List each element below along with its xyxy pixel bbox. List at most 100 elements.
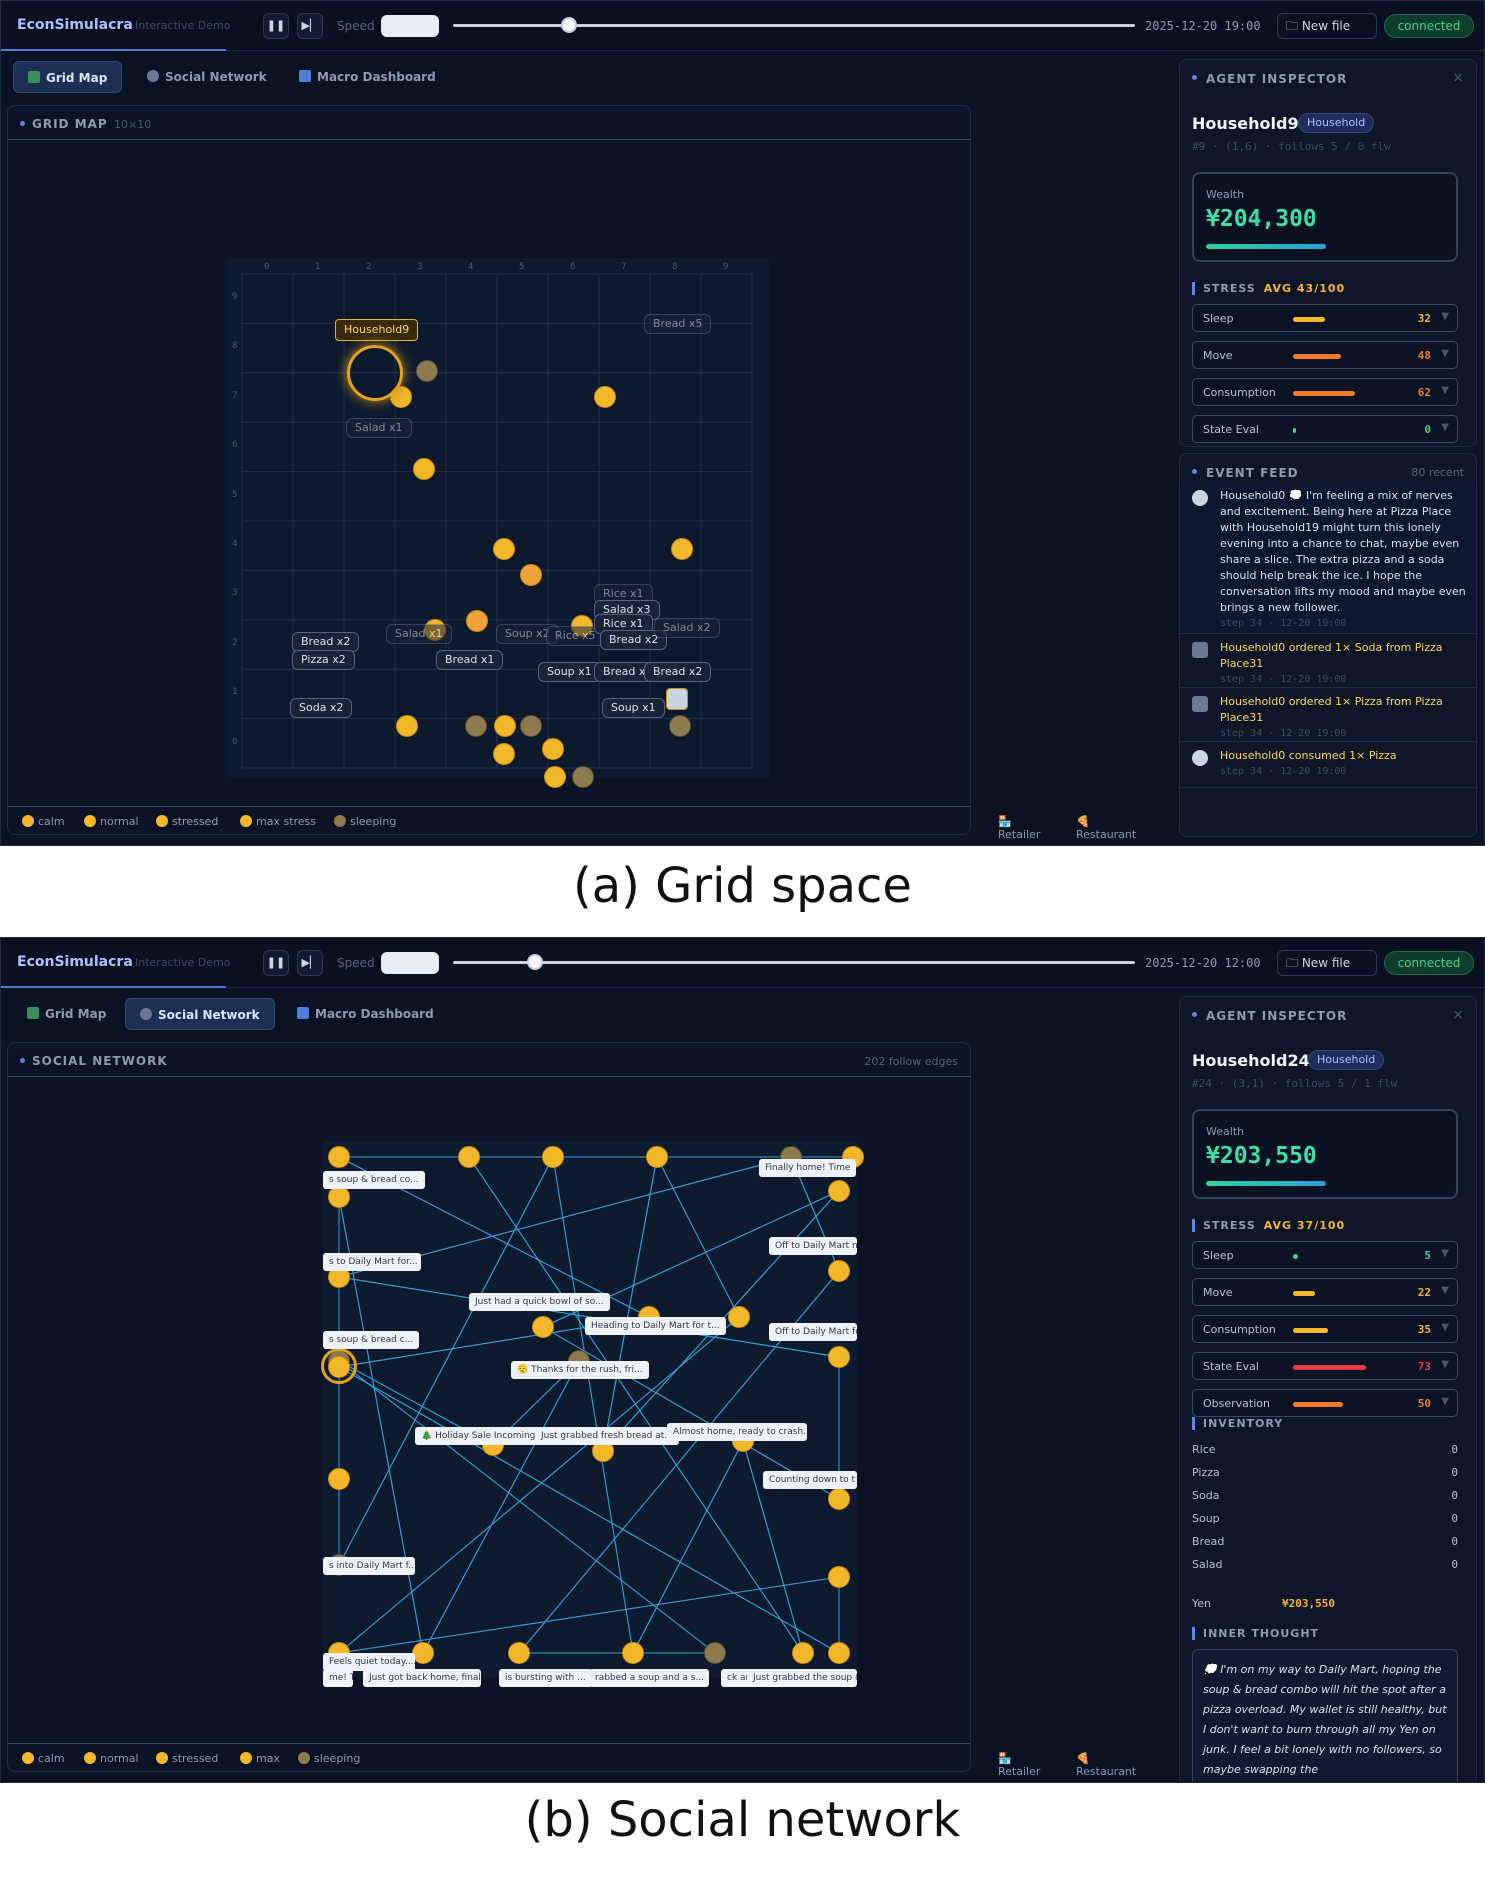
inventory-chip: Soup x1	[602, 698, 665, 718]
sleeping-agent-icon[interactable]	[465, 715, 487, 737]
tab-social-network[interactable]: Social Network	[125, 998, 275, 1030]
agent-icon[interactable]	[622, 1642, 644, 1664]
selected-agent-ring[interactable]	[321, 1348, 357, 1384]
stress-row[interactable]: Move 22 ▼	[1192, 1278, 1458, 1306]
chevron-down-icon[interactable]: ▼	[1441, 1285, 1449, 1296]
timeline-slider-knob[interactable]	[526, 954, 543, 970]
tab-macro-dashboard[interactable]: Macro Dashboard	[285, 61, 450, 93]
chevron-down-icon[interactable]: ▼	[1441, 1322, 1449, 1333]
close-icon[interactable]: ×	[1452, 1007, 1464, 1023]
chevron-down-icon[interactable]: ▼	[1441, 348, 1449, 359]
agent-icon[interactable]	[412, 1642, 434, 1664]
brand-underline	[1, 49, 226, 51]
chevron-down-icon[interactable]: ▼	[1441, 311, 1449, 322]
new-file-button[interactable]: 🗀 New file	[1277, 950, 1377, 976]
bar-chart-icon	[297, 1007, 309, 1019]
chevron-down-icon[interactable]: ▼	[1441, 1248, 1449, 1259]
grid-map-canvas[interactable]: 0 1 2 3 4 5 6 7 8 9 9 8 7 6 5 4 3 2 1 0 Bread x5 Salad x1 Brea…	[226, 258, 770, 788]
legend-label: Restaurant	[1076, 828, 1137, 841]
feed-item-consume[interactable]: Household0 consumed 1× Pizza step 34 · 1…	[1180, 744, 1476, 788]
chevron-down-icon[interactable]: ▼	[1441, 422, 1449, 433]
stress-row[interactable]: State Eval 0 ▼	[1192, 415, 1458, 443]
agent-icon[interactable]	[828, 1642, 850, 1664]
feed-item-thought[interactable]: Household0 💭 I'm feeling a mix of nerves…	[1180, 484, 1476, 634]
agent-icon[interactable]	[828, 1488, 850, 1510]
sleeping-agent-icon[interactable]	[572, 766, 594, 788]
stress-row[interactable]: Consumption 35 ▼	[1192, 1315, 1458, 1343]
pause-button[interactable]: ❚❚	[263, 13, 289, 39]
agent-icon[interactable]	[493, 538, 515, 560]
sleeping-agent-icon[interactable]	[520, 715, 542, 737]
close-icon[interactable]: ×	[1452, 70, 1464, 86]
stress-section-title: STRESS AVG 43/100	[1192, 282, 1345, 295]
stress-row[interactable]: Sleep 5 ▼	[1192, 1241, 1458, 1269]
chevron-down-icon[interactable]: ▼	[1441, 385, 1449, 396]
timeline-slider-knob[interactable]	[560, 17, 577, 33]
stress-average: AVG 37/100	[1263, 1219, 1346, 1232]
timeline-slider[interactable]	[453, 17, 1135, 33]
plate-icon	[1192, 750, 1208, 766]
agent-icon[interactable]	[671, 538, 693, 560]
tab-macro-dashboard[interactable]: Macro Dashboard	[283, 998, 448, 1030]
thought-bubble: Just had a quick bowl of so...	[469, 1293, 610, 1311]
agent-icon[interactable]	[544, 766, 566, 788]
step-button[interactable]: ▶▏	[297, 950, 323, 976]
agent-icon[interactable]	[828, 1346, 850, 1368]
pause-button[interactable]: ❚❚	[263, 950, 289, 976]
agent-icon[interactable]	[792, 1642, 814, 1664]
agent-icon[interactable]	[728, 1306, 750, 1328]
inventory-chip: Salad x1	[346, 418, 412, 438]
chevron-down-icon[interactable]: ▼	[1441, 1396, 1449, 1407]
restaurant-icon: 🍕	[1076, 815, 1090, 828]
legend-label: sleeping	[350, 815, 397, 828]
agent-icon[interactable]	[413, 458, 435, 480]
agent-icon[interactable]	[328, 1468, 350, 1490]
selected-agent-ring[interactable]	[347, 345, 403, 401]
inventory-chip: Salad x1	[386, 624, 452, 644]
agent-icon[interactable]	[493, 743, 515, 765]
legend-stressed: stressed	[156, 815, 218, 828]
stress-row[interactable]: Move 48 ▼	[1192, 341, 1458, 369]
agent-icon[interactable]	[594, 386, 616, 408]
agent-icon[interactable]	[494, 715, 516, 737]
stress-row[interactable]: Consumption 62 ▼	[1192, 378, 1458, 406]
column-label: 1	[315, 262, 321, 272]
agent-icon[interactable]	[828, 1260, 850, 1282]
agent-icon[interactable]	[396, 715, 418, 737]
agent-icon[interactable]	[542, 1146, 564, 1168]
tab-grid-map[interactable]: Grid Map	[13, 998, 120, 1030]
sleeping-agent-icon[interactable]	[416, 360, 438, 382]
speed-input[interactable]	[381, 15, 439, 37]
agent-icon[interactable]	[458, 1146, 480, 1168]
feed-item-order[interactable]: Household0 ordered 1× Soda from Pizza Pl…	[1180, 636, 1476, 688]
agent-icon[interactable]	[532, 1316, 554, 1338]
stressed-agent-icon[interactable]	[520, 564, 542, 586]
speed-input[interactable]	[381, 952, 439, 974]
agent-icon[interactable]	[508, 1642, 530, 1664]
stress-row[interactable]: Observation 50 ▼	[1192, 1389, 1458, 1417]
feed-item-order[interactable]: Household0 ordered 1× Pizza from Pizza P…	[1180, 690, 1476, 742]
retailer-icon[interactable]	[666, 688, 688, 710]
agent-icon[interactable]	[328, 1186, 350, 1208]
tab-grid-map[interactable]: Grid Map	[13, 61, 123, 93]
section-dot-icon	[1192, 1012, 1197, 1017]
legend-label: Retailer	[998, 828, 1041, 841]
row-label: 2	[232, 637, 238, 648]
agent-icon[interactable]	[328, 1146, 350, 1168]
stressed-agent-icon[interactable]	[466, 610, 488, 632]
agent-icon[interactable]	[828, 1180, 850, 1202]
new-file-button[interactable]: 🗀 New file	[1277, 13, 1377, 39]
chevron-down-icon[interactable]: ▼	[1441, 1359, 1449, 1370]
normal-face-icon	[84, 815, 96, 827]
agent-icon[interactable]	[542, 738, 564, 760]
timeline-slider[interactable]	[453, 954, 1135, 970]
tab-social-network[interactable]: Social Network	[133, 61, 281, 93]
sleeping-agent-icon[interactable]	[704, 1642, 726, 1664]
stress-row[interactable]: Sleep 32 ▼	[1192, 304, 1458, 332]
step-button[interactable]: ▶▏	[297, 13, 323, 39]
agent-icon[interactable]	[828, 1566, 850, 1588]
stress-row[interactable]: State Eval 73 ▼	[1192, 1352, 1458, 1380]
social-network-graph[interactable]: s soup & bread co... Finally home! Time s …	[321, 1141, 864, 1687]
agent-icon[interactable]	[646, 1146, 668, 1168]
sleeping-agent-icon[interactable]	[669, 715, 691, 737]
